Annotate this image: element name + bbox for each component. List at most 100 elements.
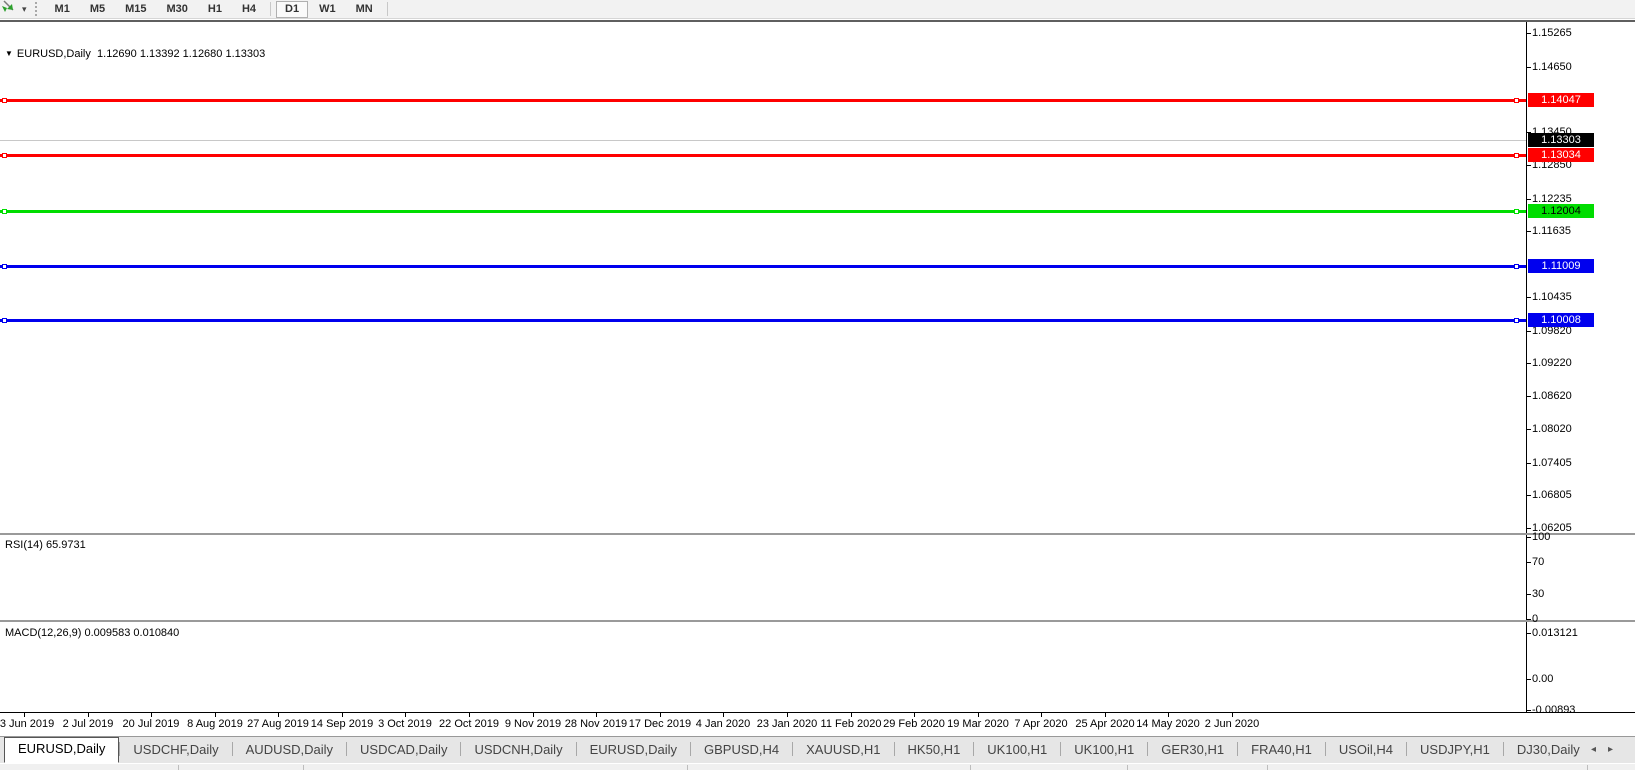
time-axis-line (0, 712, 1635, 713)
status-bar (0, 763, 1635, 770)
date-tick (851, 713, 852, 717)
timeframe-button-m5[interactable]: M5 (81, 1, 114, 18)
toolbar-cursor-icon[interactable] (1, 0, 16, 18)
tab-audusd-daily[interactable]: AUDUSD,Daily (233, 738, 346, 763)
chart-header: ▼EURUSD,Daily 1.12690 1.13392 1.12680 1.… (5, 48, 265, 60)
date-tick (914, 713, 915, 717)
line-handle[interactable] (2, 98, 7, 103)
price-line-badge: 1.13034 (1528, 148, 1594, 162)
timeframe-button-m1[interactable]: M1 (46, 1, 79, 18)
line-handle[interactable] (2, 153, 7, 158)
price-line-badge: 1.10008 (1528, 313, 1594, 327)
rsi-tick-label: 100 (1532, 531, 1604, 543)
date-tick (660, 713, 661, 717)
price-tick-label: 1.14650 (1532, 61, 1604, 73)
status-pane-separator (178, 765, 179, 770)
tab-usdcad-daily[interactable]: USDCAD,Daily (347, 738, 460, 763)
toolbar-group-separator (387, 2, 388, 16)
panel-splitter[interactable] (0, 620, 1635, 622)
date-tick (533, 713, 534, 717)
price-tick-dash (1526, 396, 1531, 397)
price-tick-label: 1.08020 (1532, 423, 1604, 435)
status-pane-separator (970, 765, 971, 770)
macd-tick-dash (1526, 633, 1531, 634)
chart-symbol-title: EURUSD,Daily (17, 48, 91, 60)
timeframe-button-m30[interactable]: M30 (158, 1, 197, 18)
toolbar-group-separator (270, 2, 271, 16)
tab-xauusd-h1[interactable]: XAUUSD,H1 (793, 738, 893, 763)
chart-window: ▼EURUSD,Daily 1.12690 1.13392 1.12680 1.… (0, 20, 1635, 713)
rsi-panel[interactable] (0, 537, 1526, 621)
toolbar-drag-handle[interactable] (35, 2, 39, 16)
tab-usdchf-daily[interactable]: USDCHF,Daily (120, 738, 231, 763)
support-line[interactable] (0, 265, 1526, 268)
price-tick-label: 1.10435 (1532, 291, 1604, 303)
timeframe-button-m15[interactable]: M15 (116, 1, 155, 18)
line-handle[interactable] (2, 264, 7, 269)
collapse-chart-icon[interactable]: ▼ (5, 49, 13, 58)
price-tick-dash (1526, 463, 1531, 464)
price-tick-dash (1526, 495, 1531, 496)
date-tick (596, 713, 597, 717)
tab-eurusd-daily[interactable]: EURUSD,Daily (4, 737, 119, 763)
timeframe-button-d1[interactable]: D1 (276, 1, 308, 18)
mt4-terminal: ▾ M1M5M15M30H1H4 D1W1MN ▼ EURUSD,Daily 1.1… (0, 0, 1635, 770)
date-tick (278, 713, 279, 717)
price-line-badge: 1.12004 (1528, 204, 1594, 218)
status-pane-separator (1587, 765, 1588, 770)
status-pane-separator (687, 765, 688, 770)
support-line[interactable] (0, 319, 1526, 322)
rsi-tick-label: 0 (1532, 613, 1604, 625)
chart-tab-bar: EURUSD,DailyUSDCHF,DailyAUDUSD,DailyUSDC… (0, 736, 1635, 763)
tab-scroll-left-icon[interactable]: ◂ (1591, 744, 1608, 755)
line-handle[interactable] (1514, 209, 1519, 214)
tab-usoil-h4[interactable]: USOil,H4 (1326, 738, 1406, 763)
date-tick (215, 713, 216, 717)
support-line[interactable] (0, 210, 1526, 213)
line-handle[interactable] (1514, 98, 1519, 103)
tab-usdcnh-daily[interactable]: USDCNH,Daily (461, 738, 575, 763)
tab-gbpusd-h4[interactable]: GBPUSD,H4 (691, 738, 792, 763)
current-price-badge: 1.13303 (1528, 133, 1594, 147)
resistance-line[interactable] (0, 99, 1526, 102)
macd-tick-dash (1526, 679, 1531, 680)
price-line-badge: 1.11009 (1528, 259, 1594, 273)
price-tick-dash (1526, 165, 1531, 166)
date-tick (151, 713, 152, 717)
tab-usdjpy-h1[interactable]: USDJPY,H1 (1407, 738, 1503, 763)
price-tick-dash (1526, 297, 1531, 298)
line-handle[interactable] (1514, 153, 1519, 158)
tab-scroll-right-icon[interactable]: ▸ (1608, 744, 1625, 755)
tab-ger30-h1[interactable]: GER30,H1 (1148, 738, 1237, 763)
price-tick-dash (1526, 363, 1531, 364)
panel-splitter[interactable] (0, 533, 1635, 535)
status-pane-separator (303, 765, 304, 770)
date-tick (342, 713, 343, 717)
line-handle[interactable] (2, 209, 7, 214)
line-handle[interactable] (1514, 318, 1519, 323)
resistance-line[interactable] (0, 154, 1526, 157)
tab-fra40-h1[interactable]: FRA40,H1 (1238, 738, 1325, 763)
timeframe-button-h4[interactable]: H4 (233, 1, 265, 18)
price-tick-label: 1.08620 (1532, 390, 1604, 402)
macd-tick-label: 0.00 (1532, 673, 1604, 685)
line-handle[interactable] (2, 318, 7, 323)
price-tick-dash (1526, 67, 1531, 68)
tab-eurusd-daily[interactable]: EURUSD,Daily (577, 738, 690, 763)
timeframe-button-w1[interactable]: W1 (310, 1, 345, 18)
price-axis-border (1526, 22, 1527, 713)
macd-panel[interactable] (0, 625, 1526, 714)
tab-uk100-h1[interactable]: UK100,H1 (1061, 738, 1147, 763)
tab-hk50-h1[interactable]: HK50,H1 (895, 738, 974, 763)
price-tick-label: 1.15265 (1532, 27, 1604, 39)
timeframe-button-mn[interactable]: MN (347, 1, 382, 18)
date-tick (469, 713, 470, 717)
price-tick-label: 1.11635 (1532, 225, 1604, 237)
chevron-down-icon[interactable]: ▾ (22, 4, 27, 15)
line-handle[interactable] (1514, 264, 1519, 269)
timeframe-button-h1[interactable]: H1 (199, 1, 231, 18)
status-pane-separator (1127, 765, 1128, 770)
tab-uk100-h1[interactable]: UK100,H1 (974, 738, 1060, 763)
price-tick-label: 1.06805 (1532, 489, 1604, 501)
tab-dj30-daily[interactable]: DJ30,Daily (1504, 738, 1593, 763)
